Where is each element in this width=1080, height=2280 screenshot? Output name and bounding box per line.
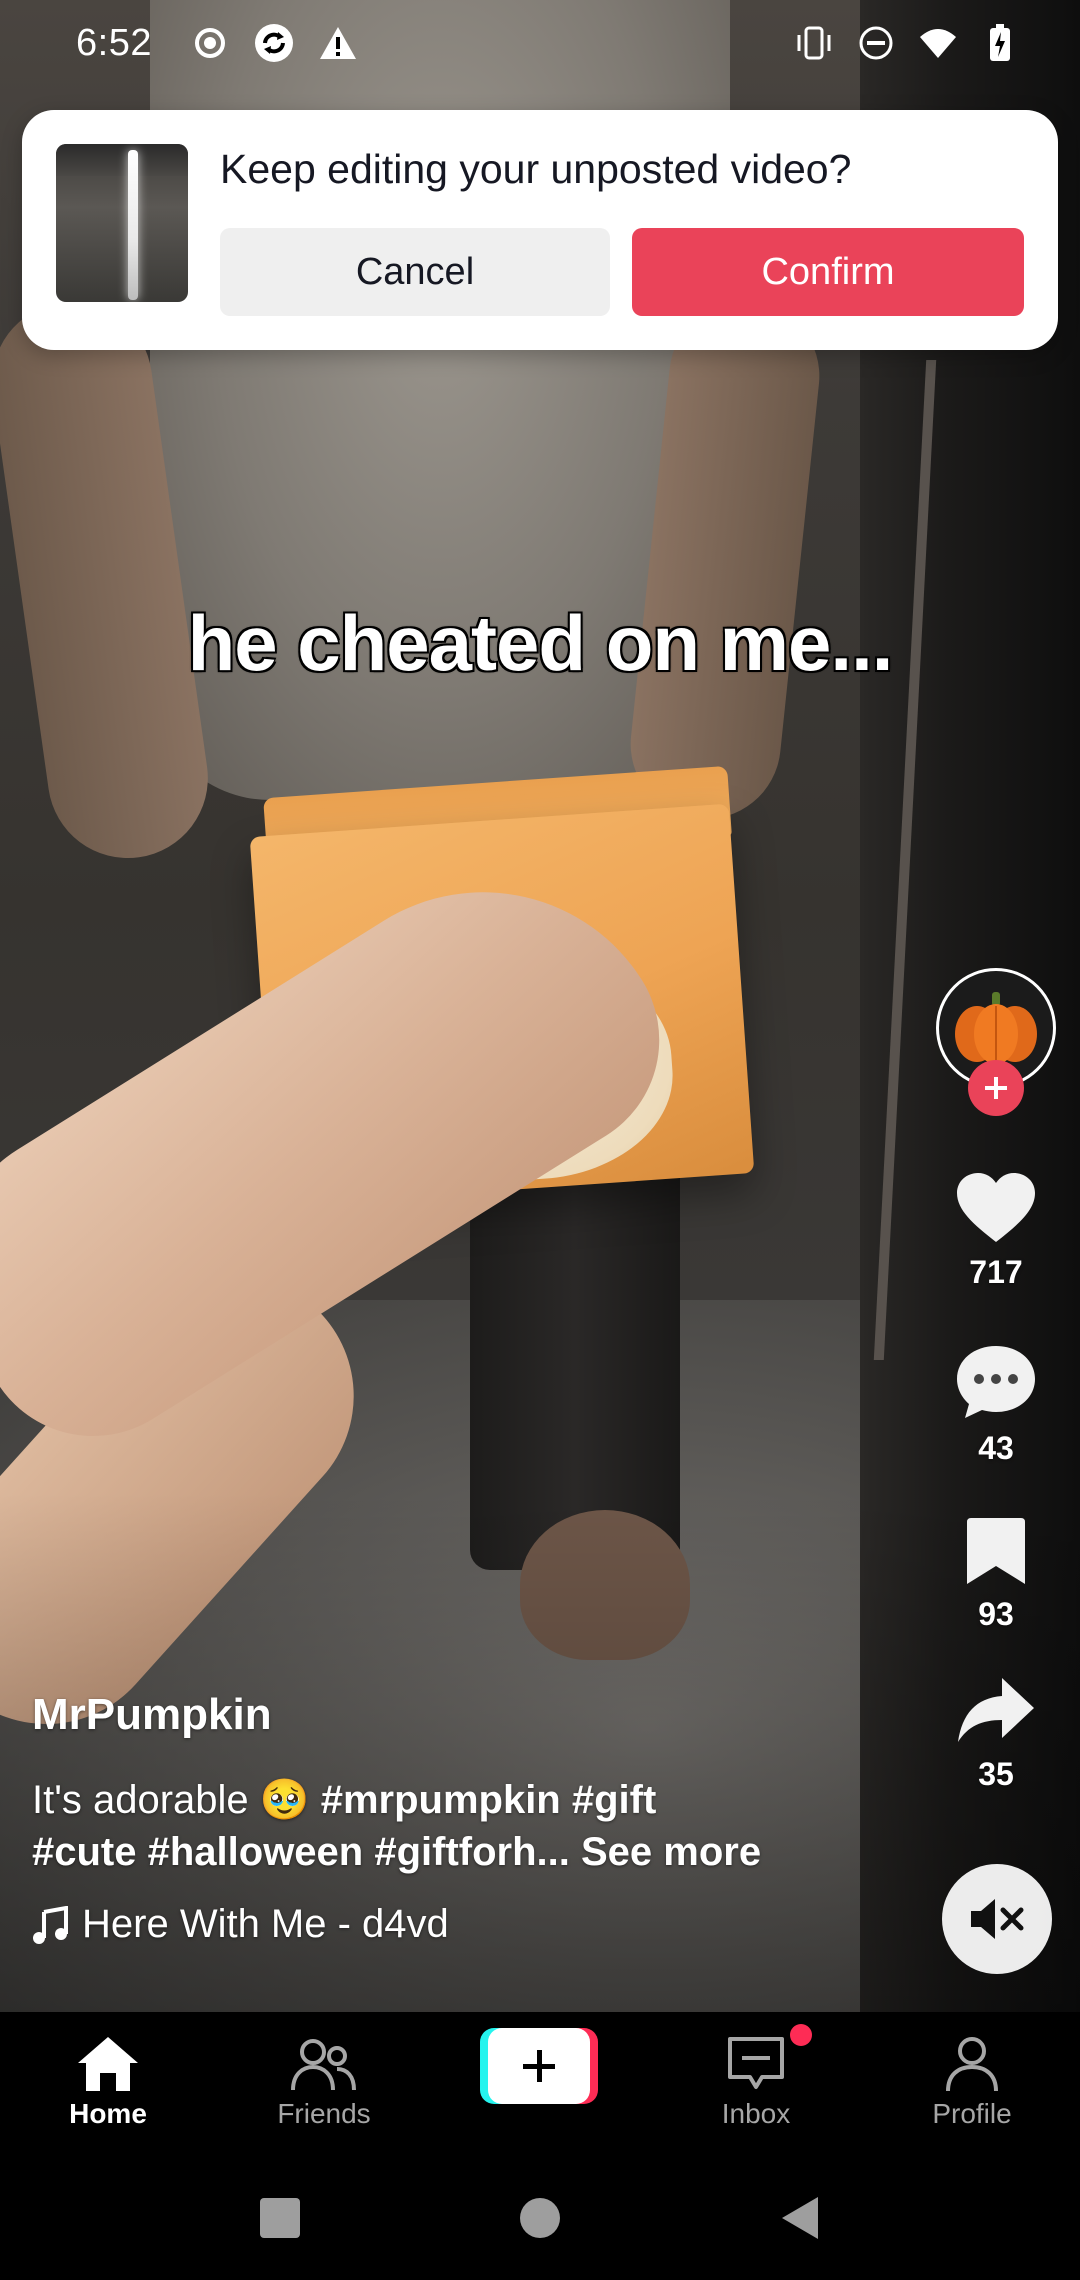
friends-icon xyxy=(289,2032,359,2096)
nav-label-inbox: Inbox xyxy=(721,2098,791,2129)
save-button[interactable]: 93 xyxy=(936,1516,1056,1633)
description-text: It's adorable 🥹 xyxy=(32,1778,310,1822)
post-info: MrPumpkin It's adorable 🥹 #mrpumpkin #gi… xyxy=(32,1690,892,1947)
follow-button[interactable] xyxy=(968,1060,1024,1116)
vibrate-icon xyxy=(794,23,834,63)
recents-icon[interactable] xyxy=(250,2188,310,2248)
like-button[interactable]: 717 xyxy=(936,1172,1056,1291)
nav-label-friends: Friends xyxy=(277,2098,371,2129)
draft-thumbnail-ceiling xyxy=(56,144,188,176)
hashtags-line-2[interactable]: #cute #halloween #giftforh... xyxy=(32,1830,570,1874)
comment-icon xyxy=(957,1346,1035,1418)
music-title: Here With Me - d4vd xyxy=(82,1902,449,1946)
heart-icon xyxy=(957,1173,1035,1242)
nav-profile[interactable]: Profile xyxy=(864,2012,1080,2156)
status-left-icons xyxy=(190,23,358,63)
inbox-notification-dot xyxy=(790,2024,812,2046)
comment-count: 43 xyxy=(978,1430,1014,1466)
author-name[interactable]: MrPumpkin xyxy=(32,1690,892,1740)
music-note-icon xyxy=(33,1905,68,1944)
create-plus-icon xyxy=(488,2028,590,2104)
sync-app-icon xyxy=(254,23,294,63)
post-description[interactable]: It's adorable 🥹 #mrpumpkin #gift #cute #… xyxy=(32,1774,892,1878)
mute-button[interactable] xyxy=(942,1864,1052,1974)
status-right-icons xyxy=(794,23,1020,63)
nav-label-home: Home xyxy=(69,2098,147,2129)
draft-thumbnail-light xyxy=(128,150,138,300)
warning-icon xyxy=(318,23,358,63)
wifi-icon xyxy=(918,23,958,63)
like-count: 717 xyxy=(969,1254,1023,1290)
inbox-icon xyxy=(721,2032,791,2096)
record-icon xyxy=(190,23,230,63)
battery-charging-icon xyxy=(980,23,1020,63)
video-caption: he cheated on me... xyxy=(187,599,894,687)
share-button[interactable]: 35 xyxy=(936,1676,1056,1793)
comment-button[interactable]: 43 xyxy=(936,1344,1056,1467)
system-nav-bar xyxy=(0,2156,1080,2280)
share-count: 35 xyxy=(978,1756,1014,1792)
share-arrow-icon xyxy=(958,1678,1034,1742)
draft-banner: Keep editing your unposted video? Cancel… xyxy=(22,110,1058,350)
cancel-button[interactable]: Cancel xyxy=(220,228,610,316)
confirm-button[interactable]: Confirm xyxy=(632,228,1024,316)
plus-icon xyxy=(985,1077,1007,1099)
hashtags-line-1[interactable]: #mrpumpkin #gift xyxy=(321,1778,657,1822)
music-track[interactable]: Here With Me - d4vd xyxy=(32,1902,892,1947)
nav-friends[interactable]: Friends xyxy=(216,2012,432,2156)
nav-home[interactable]: Home xyxy=(0,2012,216,2156)
pumpkin-avatar-icon xyxy=(955,992,1037,1064)
draft-banner-title: Keep editing your unposted video? xyxy=(220,146,852,192)
nav-label-profile: Profile xyxy=(932,2098,1012,2129)
save-count: 93 xyxy=(978,1596,1014,1632)
profile-icon xyxy=(937,2032,1007,2096)
back-icon[interactable] xyxy=(770,2188,830,2248)
create-button[interactable] xyxy=(480,2028,598,2104)
status-bar: 6:52 xyxy=(0,0,1080,86)
bookmark-icon xyxy=(967,1518,1025,1584)
see-more-link[interactable]: See more xyxy=(581,1830,761,1874)
home-icon xyxy=(73,2032,143,2096)
speaker-muted-icon xyxy=(971,1899,1024,1939)
home-circle-icon[interactable] xyxy=(510,2188,570,2248)
status-time: 6:52 xyxy=(76,21,152,64)
draft-thumbnail[interactable] xyxy=(56,144,188,302)
do-not-disturb-icon xyxy=(856,23,896,63)
nav-inbox[interactable]: Inbox xyxy=(648,2012,864,2156)
